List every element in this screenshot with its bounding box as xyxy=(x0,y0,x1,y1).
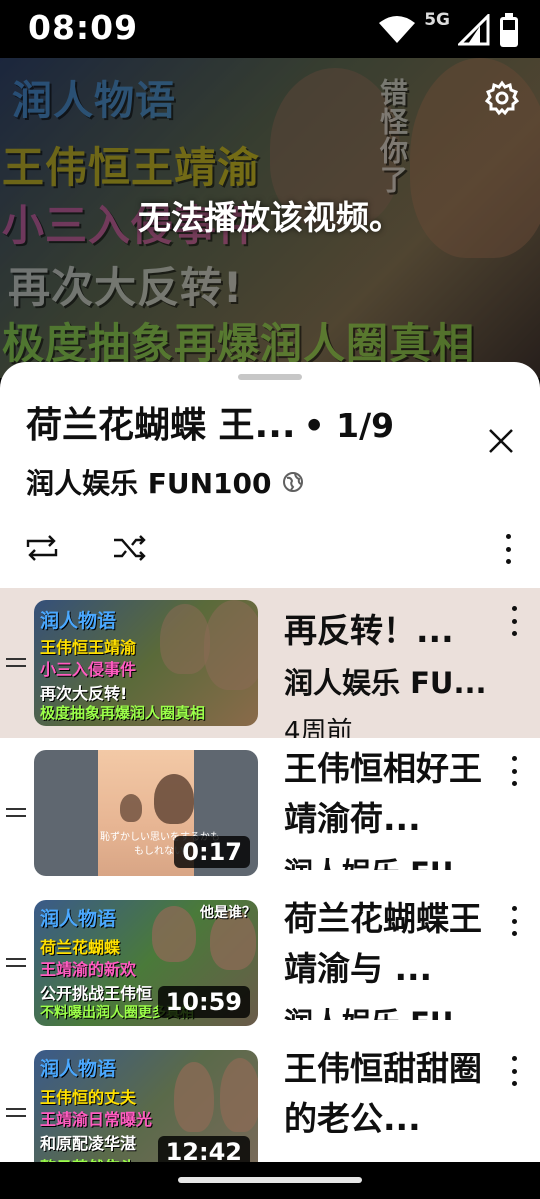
status-time: 08:09 xyxy=(28,8,139,47)
drag-handle-icon[interactable] xyxy=(6,1108,26,1120)
playlist-position: • 1/9 xyxy=(303,406,395,445)
video-more-button[interactable] xyxy=(502,1056,526,1086)
more-vert-icon xyxy=(511,756,517,761)
more-vert-icon xyxy=(511,1056,517,1061)
player-error-message: 无法播放该视频。 xyxy=(138,198,402,237)
close-button[interactable] xyxy=(486,426,516,456)
thumbnail-text: 再次大反转! xyxy=(40,684,128,703)
playlist-title: 荷兰花蝴蝶 王... xyxy=(26,405,296,446)
video-title: 王伟恒相好王靖渝荷... xyxy=(284,749,482,838)
video-title: 再反转！... xyxy=(284,611,454,650)
thumbnail-text: 和原配凌华湛 xyxy=(40,1134,137,1153)
shuffle-icon xyxy=(114,535,146,561)
playlist-item[interactable]: 润人物语 王伟恒王靖渝 小三入侵事件 再次大反转! 极度抽象再爆润人圈真相 再反… xyxy=(0,588,540,738)
video-player[interactable]: 润人物语 王伟恒王靖渝 小三入侵事件 再次大反转! 极度抽象再爆润人圈真相 错怪… xyxy=(0,58,540,378)
playlist-item[interactable]: 恥ずかしい思いをするかも もしれない 0:17 王伟恒相好王靖渝荷... 润人娱… xyxy=(0,738,540,888)
video-channel: 润人娱乐 FU... xyxy=(284,850,498,870)
video-age: 4周前 xyxy=(284,717,353,738)
thumbnail-text: 荷兰花蝴蝶 xyxy=(40,938,121,957)
playlist-item[interactable]: 润人物语 王伟恒的丈夫 王靖渝日常曝光 和原配凌华湛 整日茫然焦头 12:42 … xyxy=(0,1038,540,1162)
thumbnail-text: 他是谁？ xyxy=(200,905,256,921)
playlist-header: 荷兰花蝴蝶 王... • 1/9 xyxy=(26,396,466,448)
thumbnail-text: 整日茫然焦头 xyxy=(40,1154,136,1162)
playlist-more-button[interactable] xyxy=(496,534,520,564)
drag-handle-icon[interactable] xyxy=(6,808,26,820)
playlist-channel: 润人娱乐 FUN100 xyxy=(26,467,272,500)
close-icon xyxy=(489,429,513,453)
video-more-button[interactable] xyxy=(502,756,526,786)
video-thumbnail[interactable]: 恥ずかしい思いをするかも もしれない 0:17 xyxy=(34,750,258,876)
thumbnail-text: 公开挑战王伟恒 xyxy=(40,984,153,1003)
cell-signal-icon xyxy=(458,14,490,46)
more-vert-icon xyxy=(511,906,517,911)
thumbnail-text: 极度抽象再爆润人圈真相 xyxy=(40,704,206,722)
video-title: 荷兰花蝴蝶王靖渝与 ... xyxy=(284,899,482,988)
thumbnail-text: 润人物语 xyxy=(40,908,117,930)
video-thumbnail[interactable]: 润人物语 王伟恒的丈夫 王靖渝日常曝光 和原配凌华湛 整日茫然焦头 12:42 xyxy=(34,1050,258,1162)
playlist-item[interactable]: 润人物语 荷兰花蝴蝶 王靖渝的新欢 公开挑战王伟恒 不料曝出润人圈更多真相 他是… xyxy=(0,888,540,1038)
video-duration: 10:59 xyxy=(157,986,250,1018)
thumbnail-text: 王伟恒王靖渝 xyxy=(40,638,137,657)
loop-button[interactable] xyxy=(24,530,60,566)
video-duration: 0:17 xyxy=(174,836,250,868)
drag-handle-icon[interactable] xyxy=(6,658,26,670)
playlist-panel: 荷兰花蝴蝶 王... • 1/9 润人娱乐 FUN100 润人物语 王伟恒王靖渝… xyxy=(0,362,540,1162)
video-more-button[interactable] xyxy=(502,606,526,636)
video-channel: 润人娱乐 FU... xyxy=(284,666,487,700)
sheet-drag-handle[interactable] xyxy=(238,374,302,380)
video-more-button[interactable] xyxy=(502,906,526,936)
more-vert-icon xyxy=(511,606,517,611)
shuffle-button[interactable] xyxy=(112,530,148,566)
video-thumbnail[interactable]: 润人物语 荷兰花蝴蝶 王靖渝的新欢 公开挑战王伟恒 不料曝出润人圈更多真相 他是… xyxy=(34,900,258,1026)
playlist-controls xyxy=(0,522,540,574)
status-bar: 08:09 5G xyxy=(0,0,540,58)
thumbnail-text: 王靖渝日常曝光 xyxy=(40,1110,153,1129)
settings-button[interactable] xyxy=(484,80,520,116)
wifi-icon xyxy=(379,16,416,43)
thumbnail-text: 小三入侵事件 xyxy=(40,660,137,679)
playlist-channel-row[interactable]: 润人娱乐 FUN100 xyxy=(26,462,304,502)
navigation-bar xyxy=(0,1162,540,1199)
gear-icon xyxy=(484,80,520,116)
thumbnail-text: 王伟恒的丈夫 xyxy=(40,1088,137,1107)
thumbnail-text: 润人物语 xyxy=(40,1058,117,1080)
home-gesture-handle[interactable] xyxy=(178,1177,362,1183)
video-channel: 润人娱乐 FU... xyxy=(284,1000,498,1020)
video-thumbnail[interactable]: 润人物语 王伟恒王靖渝 小三入侵事件 再次大反转! 极度抽象再爆润人圈真相 xyxy=(34,600,258,726)
status-icons: 5G xyxy=(378,10,520,50)
video-title: 王伟恒甜甜圈的老公... xyxy=(284,1049,482,1138)
more-vert-icon xyxy=(505,534,511,539)
loop-icon xyxy=(26,535,58,561)
battery-icon xyxy=(500,13,518,47)
thumbnail-text: 润人物语 xyxy=(40,610,117,632)
thumbnail-text: 王靖渝的新欢 xyxy=(40,960,137,979)
globe-icon xyxy=(282,472,303,492)
drag-handle-icon[interactable] xyxy=(6,958,26,970)
video-duration: 12:42 xyxy=(157,1136,250,1162)
network-type: 5G xyxy=(424,10,450,30)
